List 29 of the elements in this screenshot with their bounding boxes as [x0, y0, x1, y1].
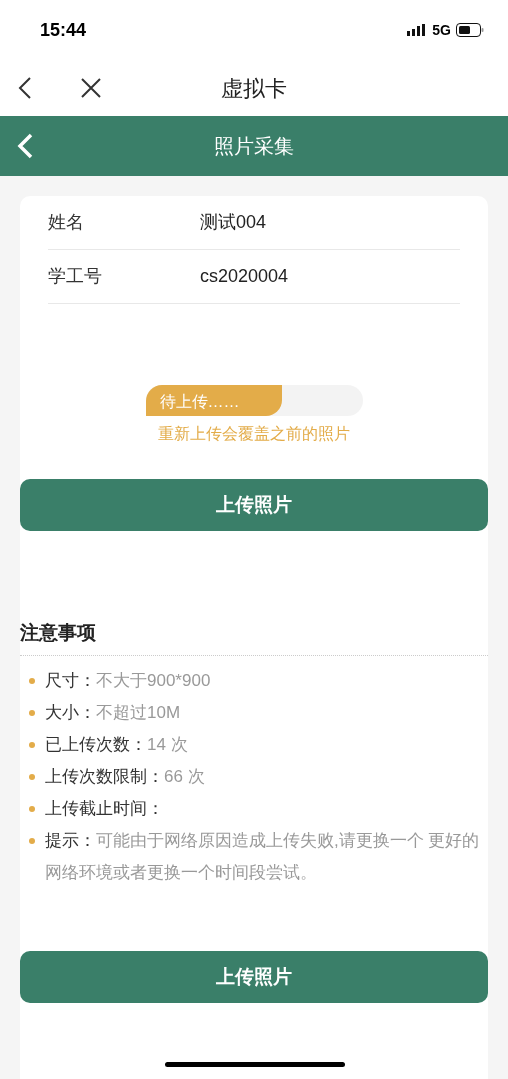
bullet-icon	[29, 710, 35, 716]
note-text: 上传截止时间：	[45, 798, 164, 820]
note-text: 已上传次数：14 次	[45, 734, 188, 756]
signal-icon	[407, 24, 428, 36]
upload-photo-button[interactable]: 上传照片	[20, 951, 488, 1003]
field-value: cs2020004	[200, 265, 289, 288]
back-icon[interactable]	[18, 77, 32, 99]
header-title: 照片采集	[214, 134, 294, 159]
field-value: 测试004	[200, 211, 267, 234]
bullet-icon	[29, 678, 35, 684]
bullet-icon	[29, 742, 35, 748]
close-icon[interactable]	[81, 78, 101, 98]
battery-icon	[456, 23, 484, 37]
note-text: 大小：不超过10M	[45, 702, 181, 724]
note-text: 上传次数限制：66 次	[45, 766, 205, 788]
status-time: 15:44	[40, 18, 87, 42]
bullet-icon	[29, 838, 35, 844]
upload-status-label: 待上传……	[159, 392, 240, 412]
network-label: 5G	[432, 20, 451, 40]
upload-hint: 重新上传会覆盖之前的照片	[158, 424, 350, 444]
note-text: 尺寸：不大于900*900	[45, 670, 211, 692]
notes-title: 注意事项	[20, 620, 96, 645]
nav-title: 虚拟卡	[221, 74, 287, 103]
field-label: 姓名	[48, 211, 85, 234]
bullet-icon	[29, 806, 35, 812]
bullet-icon	[29, 774, 35, 780]
field-label: 学工号	[48, 265, 103, 288]
upload-photo-button[interactable]: 上传照片	[20, 479, 488, 531]
note-text: 提示：可能由于网络原因造成上传失败,请更换一个 更好的网络环境或者更换一个时间段尝试。	[45, 830, 480, 884]
